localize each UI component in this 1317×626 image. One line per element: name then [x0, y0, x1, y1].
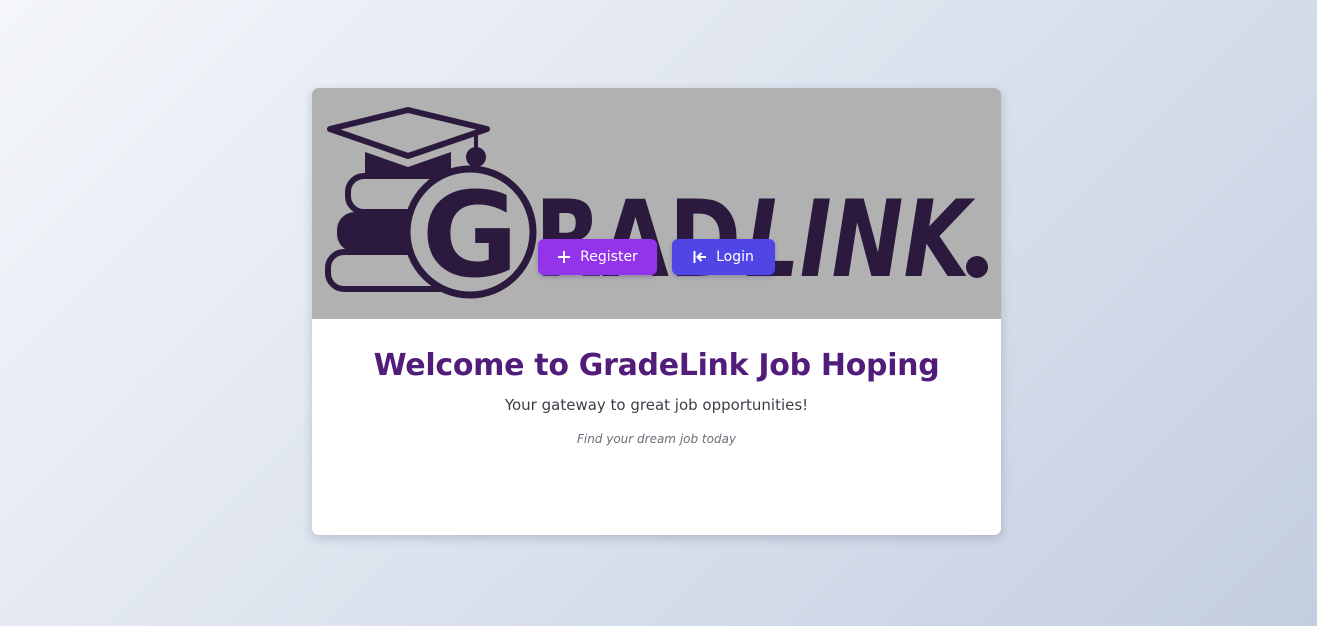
login-button[interactable]: Login: [672, 239, 775, 275]
tagline: Find your dream job today: [576, 432, 737, 446]
login-label: Login: [716, 249, 754, 265]
register-button[interactable]: Register: [538, 239, 657, 275]
page-title: Welcome to GradeLink Job Hoping: [373, 348, 940, 383]
svg-text:G: G: [422, 166, 519, 304]
plus-icon: [558, 251, 571, 263]
welcome-card: G RAD LINK Welcome to GradeLink Job Hopi…: [312, 88, 1001, 535]
logo-banner: G RAD LINK: [312, 88, 1001, 319]
svg-text:LINK: LINK: [745, 178, 976, 301]
welcome-content: Welcome to GradeLink Job Hoping Your gat…: [312, 319, 1001, 535]
login-arrow-icon: [693, 251, 707, 263]
register-label: Register: [580, 249, 638, 265]
subtitle: Your gateway to great job opportunities!: [504, 396, 809, 414]
gradlink-logo: G RAD LINK: [325, 107, 988, 304]
